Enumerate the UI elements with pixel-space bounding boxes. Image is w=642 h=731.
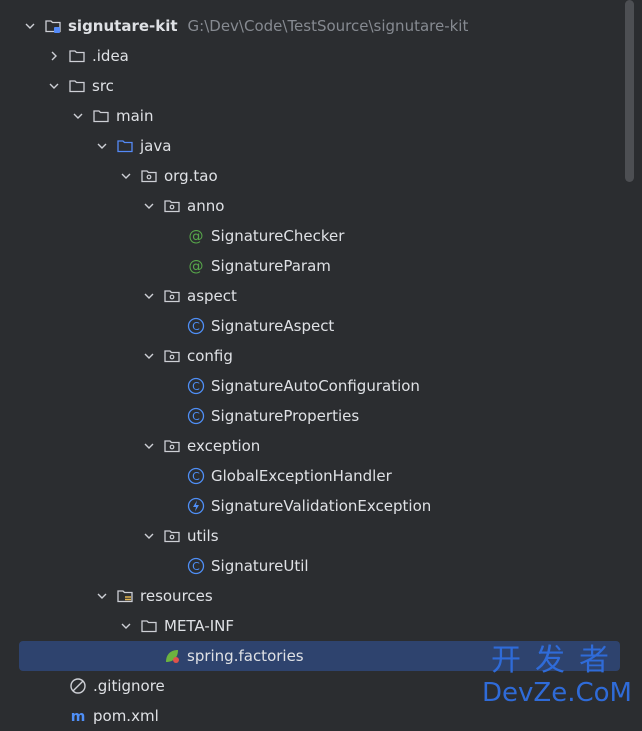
- resources-folder-icon: [116, 587, 134, 605]
- tree-label: .idea: [92, 47, 129, 65]
- tree-row-exception[interactable]: exception: [0, 431, 620, 461]
- exception-class-icon: [187, 497, 205, 515]
- chevron-down-icon[interactable]: [118, 618, 134, 634]
- project-tree: signutare-kit G:\Dev\Code\TestSource\sig…: [0, 0, 642, 725]
- tree-row-signature-auto-configuration[interactable]: C SignatureAutoConfiguration: [0, 371, 620, 401]
- annotation-icon: @: [187, 257, 205, 275]
- annotation-icon: @: [187, 227, 205, 245]
- package-icon: [163, 437, 181, 455]
- svg-text:C: C: [192, 380, 200, 393]
- maven-icon: m: [69, 707, 87, 725]
- watermark-line2: DevZe.CoM: [482, 678, 632, 708]
- tree-row-signature-validation-exception[interactable]: SignatureValidationException: [0, 491, 620, 521]
- tree-label: SignatureParam: [211, 257, 331, 275]
- package-icon: [140, 167, 158, 185]
- tree-label: SignatureUtil: [211, 557, 309, 575]
- svg-text:C: C: [192, 470, 200, 483]
- tree-label: pom.xml: [93, 707, 159, 725]
- tree-label: resources: [140, 587, 213, 605]
- svg-text:C: C: [192, 560, 200, 573]
- package-icon: [163, 347, 181, 365]
- tree-row-meta-inf[interactable]: META-INF: [0, 611, 620, 641]
- tree-row-src[interactable]: src: [0, 71, 620, 101]
- svg-text:@: @: [189, 227, 204, 245]
- watermark-line1: 开发者: [491, 643, 623, 678]
- class-icon: C: [187, 377, 205, 395]
- tree-row-project-root[interactable]: signutare-kit G:\Dev\Code\TestSource\sig…: [0, 11, 620, 41]
- folder-icon: [68, 47, 86, 65]
- tree-row-resources[interactable]: resources: [0, 581, 620, 611]
- svg-text:C: C: [192, 410, 200, 423]
- chevron-down-icon[interactable]: [46, 78, 62, 94]
- tree-label: org.tao: [164, 167, 218, 185]
- tree-label: SignatureChecker: [211, 227, 345, 245]
- chevron-down-icon[interactable]: [141, 348, 157, 364]
- svg-text:C: C: [192, 320, 200, 333]
- tree-label: .gitignore: [93, 677, 165, 695]
- tree-row-signature-properties[interactable]: C SignatureProperties: [0, 401, 620, 431]
- class-icon: C: [187, 317, 205, 335]
- tree-row-signature-checker[interactable]: @ SignatureChecker: [0, 221, 620, 251]
- source-folder-icon: [116, 137, 134, 155]
- tree-label: java: [140, 137, 172, 155]
- tree-row-idea[interactable]: .idea: [0, 41, 620, 71]
- watermark: 开发者 DevZe.CoM: [482, 643, 632, 709]
- tree-label: exception: [187, 437, 261, 455]
- package-icon: [163, 527, 181, 545]
- svg-text:m: m: [71, 709, 86, 725]
- tree-row-signature-aspect[interactable]: C SignatureAspect: [0, 311, 620, 341]
- spring-leaf-icon: [163, 647, 181, 665]
- chevron-down-icon[interactable]: [70, 108, 86, 124]
- chevron-down-icon[interactable]: [141, 198, 157, 214]
- package-icon: [163, 197, 181, 215]
- folder-icon: [140, 617, 158, 635]
- vertical-scrollbar[interactable]: [625, 0, 634, 182]
- svg-text:@: @: [189, 257, 204, 275]
- folder-icon: [92, 107, 110, 125]
- tree-row-config[interactable]: config: [0, 341, 620, 371]
- chevron-down-icon[interactable]: [22, 18, 38, 34]
- tree-row-java[interactable]: java: [0, 131, 620, 161]
- project-path: G:\Dev\Code\TestSource\signutare-kit: [187, 17, 469, 35]
- tree-label: SignatureValidationException: [211, 497, 432, 515]
- class-icon: C: [187, 557, 205, 575]
- tree-row-signature-param[interactable]: @ SignatureParam: [0, 251, 620, 281]
- class-icon: C: [187, 467, 205, 485]
- tree-label: SignatureAspect: [211, 317, 335, 335]
- class-icon: C: [187, 407, 205, 425]
- project-name: signutare-kit: [68, 17, 178, 35]
- tree-label: utils: [187, 527, 219, 545]
- tree-row-anno[interactable]: anno: [0, 191, 620, 221]
- tree-label: anno: [187, 197, 225, 215]
- tree-row-global-exception-handler[interactable]: C GlobalExceptionHandler: [0, 461, 620, 491]
- tree-row-aspect[interactable]: aspect: [0, 281, 620, 311]
- chevron-down-icon[interactable]: [118, 168, 134, 184]
- tree-row-signature-util[interactable]: C SignatureUtil: [0, 551, 620, 581]
- chevron-down-icon[interactable]: [141, 528, 157, 544]
- tree-label: SignatureProperties: [211, 407, 360, 425]
- tree-label: src: [92, 77, 114, 95]
- tree-label: config: [187, 347, 233, 365]
- folder-icon: [68, 77, 86, 95]
- ignore-file-icon: [69, 677, 87, 695]
- tree-label: GlobalExceptionHandler: [211, 467, 392, 485]
- package-icon: [163, 287, 181, 305]
- chevron-right-icon[interactable]: [46, 48, 62, 64]
- tree-label: SignatureAutoConfiguration: [211, 377, 420, 395]
- tree-label: main: [116, 107, 154, 125]
- chevron-down-icon[interactable]: [94, 138, 110, 154]
- tree-row-org-tao[interactable]: org.tao: [0, 161, 620, 191]
- tree-label: META-INF: [164, 617, 235, 635]
- tree-row-utils[interactable]: utils: [0, 521, 620, 551]
- chevron-down-icon[interactable]: [94, 588, 110, 604]
- tree-label: spring.factories: [187, 647, 304, 665]
- tree-row-main[interactable]: main: [0, 101, 620, 131]
- module-folder-icon: [44, 17, 62, 35]
- chevron-down-icon[interactable]: [141, 288, 157, 304]
- tree-label: aspect: [187, 287, 237, 305]
- chevron-down-icon[interactable]: [141, 438, 157, 454]
